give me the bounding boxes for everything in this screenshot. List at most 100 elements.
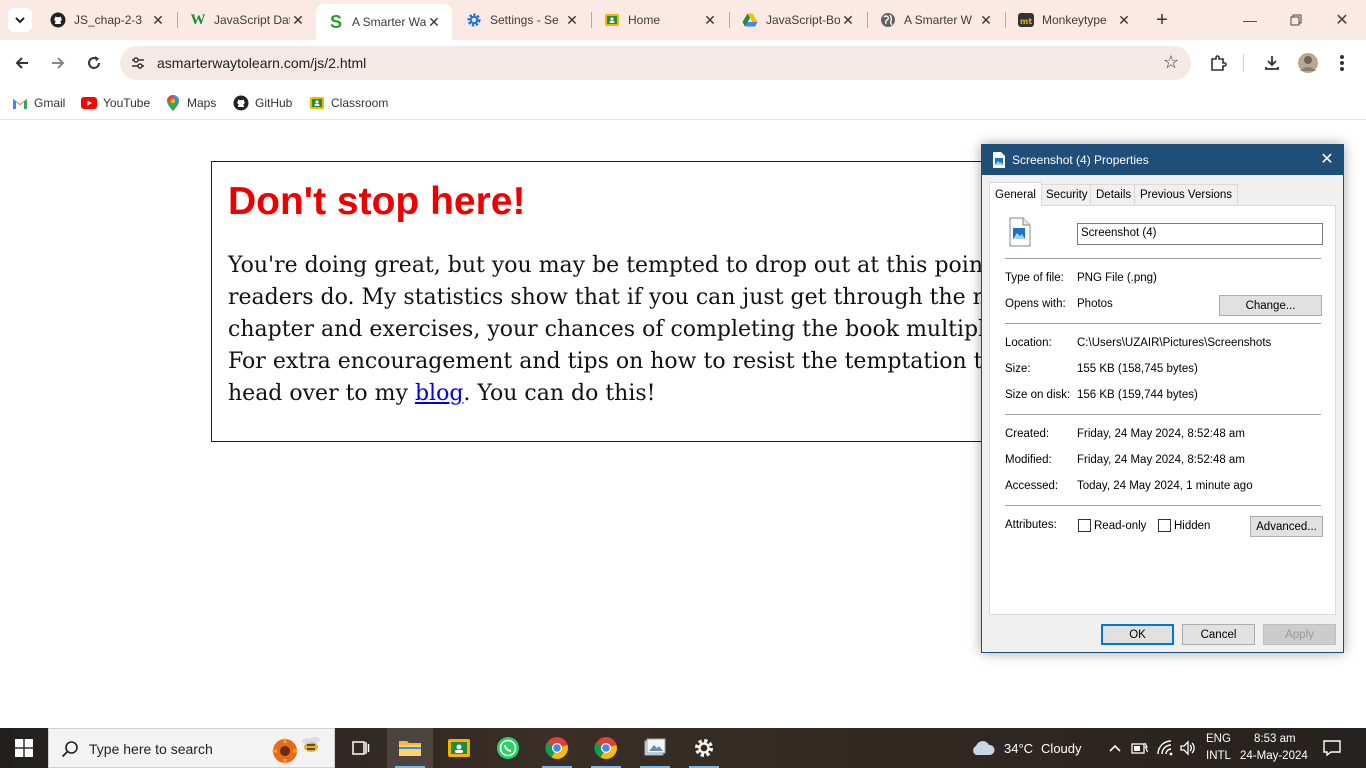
notifications-button[interactable] — [1322, 728, 1342, 768]
close-icon[interactable]: ✕ — [840, 12, 856, 28]
more-vert-icon — [1340, 55, 1344, 71]
tab-strip: JS_chap-2-3 ✕ W JavaScript Data ✕ S A Sm… — [0, 0, 1366, 40]
maps-icon — [165, 95, 181, 111]
tab-security[interactable]: Security — [1040, 184, 1094, 205]
notification-icon — [1323, 740, 1341, 757]
location-value: C:\Users\UZAIR\Pictures\Screenshots — [1077, 337, 1272, 349]
chrome-menu-button[interactable] — [1330, 51, 1354, 75]
divider — [1005, 258, 1321, 259]
battery-charging-icon — [1131, 742, 1149, 754]
drive-icon — [742, 12, 758, 28]
tab-monkeytype[interactable]: mt Monkeytype ✕ — [1006, 6, 1142, 34]
tab-js-chap[interactable]: JS_chap-2-3 ✕ — [38, 6, 176, 34]
close-icon[interactable]: ✕ — [978, 12, 994, 28]
ok-button[interactable]: OK — [1101, 624, 1174, 645]
language-bottom[interactable]: INTL — [1206, 750, 1231, 762]
tab-search-button[interactable] — [8, 8, 32, 32]
address-bar[interactable]: asmarterwaytolearn.com/js/2.html ☆ — [120, 46, 1191, 80]
classroom-app[interactable] — [436, 728, 482, 768]
change-button[interactable]: Change... — [1219, 295, 1322, 316]
close-icon[interactable]: ✕ — [1319, 151, 1335, 168]
site-info-icon[interactable] — [128, 53, 148, 73]
bookmark-star-icon[interactable]: ☆ — [1163, 52, 1179, 73]
language-top[interactable]: ENG — [1206, 733, 1231, 745]
encouragement-paragraph: You're doing great, but you may be tempt… — [228, 250, 1011, 410]
tab-home[interactable]: Home ✕ — [592, 6, 728, 34]
file-explorer-app[interactable] — [387, 728, 433, 768]
advanced-button[interactable]: Advanced... — [1250, 516, 1323, 537]
readonly-label: Read-only — [1094, 520, 1147, 532]
photos-app[interactable] — [632, 728, 678, 768]
close-icon[interactable]: ✕ — [150, 12, 166, 28]
show-hidden-icons-button[interactable] — [1108, 728, 1122, 768]
reload-button[interactable] — [81, 50, 107, 76]
tab-title: A Smarter Way — [352, 15, 426, 29]
globe-icon — [880, 12, 896, 28]
github-icon — [233, 95, 249, 111]
paragraph-line: readers do. My statistics show that if y… — [228, 285, 1011, 310]
bookmark-label: Classroom — [331, 96, 389, 110]
back-button[interactable] — [9, 50, 35, 76]
blog-link[interactable]: blog — [415, 381, 463, 406]
s-icon: S — [329, 11, 342, 32]
close-window-button[interactable]: ✕ — [1330, 8, 1354, 32]
readonly-checkbox[interactable] — [1078, 519, 1091, 532]
tab-general[interactable]: General — [989, 182, 1042, 206]
bookmark-gmail[interactable]: Gmail — [12, 92, 65, 114]
volume-status[interactable] — [1179, 728, 1197, 768]
bookmark-maps[interactable]: Maps — [165, 92, 216, 114]
minimize-button[interactable]: — — [1238, 8, 1262, 32]
whatsapp-app[interactable] — [485, 728, 531, 768]
task-view-button[interactable] — [337, 728, 383, 768]
apply-button[interactable]: Apply — [1263, 624, 1336, 645]
chrome-app[interactable] — [534, 728, 580, 768]
tab-javascript-book[interactable]: JavaScript-Bo ✕ — [730, 6, 866, 34]
downloads-button[interactable] — [1260, 51, 1284, 75]
hidden-checkbox[interactable] — [1158, 519, 1171, 532]
dialog-title-bar[interactable]: Screenshot (4) Properties ✕ — [982, 145, 1343, 175]
battery-status[interactable] — [1131, 728, 1149, 768]
w-icon: W — [190, 11, 206, 28]
browser-toolbar: asmarterwaytolearn.com/js/2.html ☆ — [0, 40, 1366, 86]
chrome-icon — [594, 737, 617, 759]
size-on-disk-value: 156 KB (159,744 bytes) — [1077, 389, 1198, 401]
tab-a-smarter-way-active[interactable]: S A Smarter Way ✕ — [316, 4, 452, 40]
wifi-status[interactable] — [1156, 728, 1174, 768]
classroom-icon — [604, 12, 620, 28]
bookmark-github[interactable]: GitHub — [233, 92, 292, 114]
bookmark-youtube[interactable]: YouTube — [81, 92, 150, 114]
tab-javascript-data[interactable]: W JavaScript Data ✕ — [178, 6, 316, 34]
cancel-button[interactable]: Cancel — [1182, 624, 1255, 645]
close-icon[interactable]: ✕ — [702, 12, 718, 28]
close-icon[interactable]: ✕ — [426, 14, 442, 30]
forward-button[interactable] — [45, 50, 71, 76]
tab-settings[interactable]: Settings - Se ✕ — [454, 6, 590, 34]
extensions-button[interactable] — [1206, 51, 1230, 75]
filename-input[interactable]: Screenshot (4) — [1077, 223, 1323, 245]
chrome-icon — [545, 737, 568, 759]
start-button[interactable] — [0, 728, 48, 768]
weather-widget[interactable]: 34°C Cloudy — [970, 728, 1082, 768]
chevron-up-icon — [1109, 744, 1121, 752]
accessed-value: Today, 24 May 2024, 1 minute ago — [1077, 480, 1253, 492]
github-icon — [50, 12, 66, 28]
close-icon[interactable]: ✕ — [564, 12, 580, 28]
tab-details[interactable]: Details — [1090, 184, 1138, 205]
tab-a-smarter-way-2[interactable]: A Smarter W ✕ — [868, 6, 1004, 34]
chrome-app-2[interactable] — [583, 728, 629, 768]
restore-button[interactable] — [1284, 8, 1308, 32]
close-icon[interactable]: ✕ — [290, 12, 306, 28]
tab-previous-versions[interactable]: Previous Versions — [1134, 184, 1239, 205]
close-icon[interactable]: ✕ — [1116, 12, 1132, 28]
settings-app[interactable] — [681, 728, 727, 768]
bookmark-classroom[interactable]: Classroom — [309, 92, 388, 114]
dialog-title: Screenshot (4) Properties — [1012, 153, 1149, 167]
profile-avatar[interactable] — [1296, 51, 1320, 75]
clock-time[interactable]: 8:53 am — [1254, 733, 1296, 745]
url-text[interactable]: asmarterwaytolearn.com/js/2.html — [157, 55, 366, 71]
new-tab-button[interactable]: + — [1150, 8, 1174, 32]
taskbar-search-box[interactable]: Type here to search — [48, 728, 335, 768]
hidden-label: Hidden — [1174, 520, 1211, 532]
clock-date[interactable]: 24-May-2024 — [1240, 750, 1308, 762]
restore-icon — [1290, 14, 1302, 26]
